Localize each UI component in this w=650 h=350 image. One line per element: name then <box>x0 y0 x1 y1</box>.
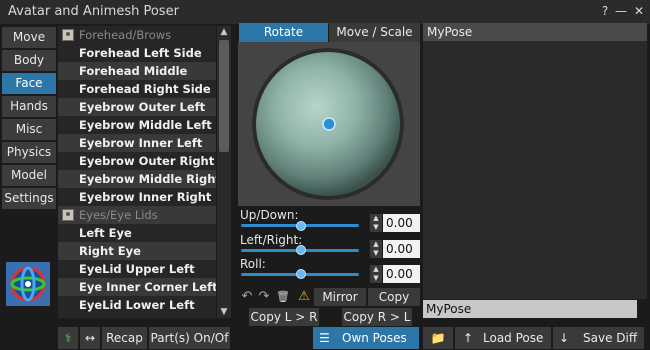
load-pose-button[interactable]: ↑ Load Pose <box>455 327 551 349</box>
list-group-forehead-brows[interactable]: Forehead/Brows <box>58 26 216 44</box>
list-item[interactable]: Eye Inner Corner Left <box>58 278 216 296</box>
list-item[interactable]: Eyebrow Outer Left <box>58 98 216 116</box>
tab-move-scale[interactable]: Move / Scale <box>329 23 420 42</box>
help-icon[interactable]: ? <box>598 4 612 18</box>
delete-icon[interactable]: 🗑 <box>276 289 290 305</box>
list-group-eyes-eye-lids[interactable]: Eyes/Eye Lids <box>58 206 216 224</box>
swap-icon[interactable]: ↔ <box>80 327 100 349</box>
load-icon: ↑ <box>463 331 474 345</box>
window-title: Avatar and Animesh Poser <box>8 4 179 19</box>
slider-label-roll: Roll: <box>240 257 266 271</box>
scroll-up-icon[interactable]: ▲ <box>217 26 231 38</box>
pose-list-header-label: MyPose <box>427 25 473 39</box>
input-roll[interactable]: 0.00 <box>383 265 420 283</box>
pose-name-input-value: MyPose <box>426 302 472 316</box>
list-item[interactable]: Eyebrow Middle Right <box>58 170 216 188</box>
slider-roll-knob[interactable] <box>296 269 306 279</box>
slider-label-up-down: Up/Down: <box>240 208 299 222</box>
folder-icon[interactable]: 📁 <box>423 327 453 349</box>
save-icon: ↓ <box>559 331 570 345</box>
slider-left-right-knob[interactable] <box>296 245 306 255</box>
redo-icon[interactable]: ↷ <box>257 289 271 305</box>
pose-list[interactable] <box>423 41 647 299</box>
pose-name-input[interactable]: MyPose <box>423 300 637 318</box>
copy-right-to-left-button[interactable]: Copy R > L <box>342 308 412 326</box>
save-diff-button[interactable]: ↓ Save Diff <box>553 327 644 349</box>
rotation-trackball[interactable] <box>238 42 420 206</box>
spin-down-icon: ▼ <box>373 249 379 257</box>
slider-up-down-knob[interactable] <box>296 221 306 231</box>
side-tab-model[interactable]: Model <box>2 165 56 186</box>
group-icon <box>62 209 74 221</box>
joint-list[interactable]: Forehead/Brows Forehead Left Side Forehe… <box>58 26 216 318</box>
list-icon: ☰ <box>319 331 330 345</box>
list-item[interactable]: Eyebrow Outer Right <box>58 152 216 170</box>
input-left-right[interactable]: 0.00 <box>383 240 420 258</box>
list-item[interactable]: Forehead Left Side <box>58 44 216 62</box>
joint-list-scrollbar[interactable]: ▲ ▼ <box>217 26 231 318</box>
group-icon <box>62 29 74 41</box>
scroll-thumb[interactable] <box>219 40 229 152</box>
side-tab-face[interactable]: Face <box>2 73 56 94</box>
slider-label-left-right: Left/Right: <box>240 233 303 247</box>
warning-icon[interactable]: ⚠ <box>296 289 312 305</box>
side-tab-body[interactable]: Body <box>2 50 56 71</box>
list-item[interactable]: Right Eye <box>58 242 216 260</box>
spin-up-icon: ▲ <box>373 265 379 273</box>
figure-icon[interactable]: ⚕ <box>58 327 78 349</box>
own-poses-button[interactable]: ☰ Own Poses <box>313 327 419 349</box>
side-tab-move[interactable]: Move <box>2 27 56 48</box>
side-tab-settings[interactable]: Settings <box>2 188 56 209</box>
recap-button[interactable]: Recap <box>102 327 147 349</box>
side-tab-misc[interactable]: Misc <box>2 119 56 140</box>
spin-down-icon: ▼ <box>373 274 379 282</box>
undo-icon[interactable]: ↶ <box>240 289 254 305</box>
minimize-icon[interactable]: — <box>614 4 628 18</box>
copy-button[interactable]: Copy <box>368 288 420 306</box>
side-tab-physics[interactable]: Physics <box>2 142 56 163</box>
input-up-down[interactable]: 0.00 <box>383 214 420 232</box>
scroll-down-icon[interactable]: ▼ <box>217 306 231 318</box>
spinner-up-down[interactable]: ▲ ▼ <box>370 214 382 232</box>
poser-logo-icon <box>6 262 50 306</box>
side-tab-hands[interactable]: Hands <box>2 96 56 117</box>
parts-toggle-button[interactable]: Part(s) On/Of <box>149 327 230 349</box>
spin-down-icon: ▼ <box>373 223 379 231</box>
pose-list-header[interactable]: MyPose <box>423 23 647 41</box>
spin-up-icon: ▲ <box>373 240 379 248</box>
spinner-left-right[interactable]: ▲ ▼ <box>370 240 382 258</box>
list-item[interactable]: Eyebrow Inner Left <box>58 134 216 152</box>
list-item[interactable]: EyeLid Upper Left <box>58 260 216 278</box>
mirror-button[interactable]: Mirror <box>314 288 366 306</box>
list-item[interactable]: Forehead Middle <box>58 62 216 80</box>
trackball-handle-icon[interactable] <box>322 117 336 131</box>
list-item[interactable]: Forehead Right Side <box>58 80 216 98</box>
list-item[interactable]: Eyebrow Inner Right <box>58 188 216 206</box>
spin-up-icon: ▲ <box>373 214 379 222</box>
copy-left-to-right-button[interactable]: Copy L > R <box>249 308 319 326</box>
close-icon[interactable]: ✕ <box>632 4 646 18</box>
title-bar: Avatar and Animesh Poser ? — ✕ <box>0 0 650 24</box>
list-item[interactable]: Eyebrow Middle Left <box>58 116 216 134</box>
list-item[interactable]: Left Eye <box>58 224 216 242</box>
tab-rotate[interactable]: Rotate <box>239 23 328 42</box>
spinner-roll[interactable]: ▲ ▼ <box>370 265 382 283</box>
list-item[interactable]: EyeLid Lower Left <box>58 296 216 314</box>
